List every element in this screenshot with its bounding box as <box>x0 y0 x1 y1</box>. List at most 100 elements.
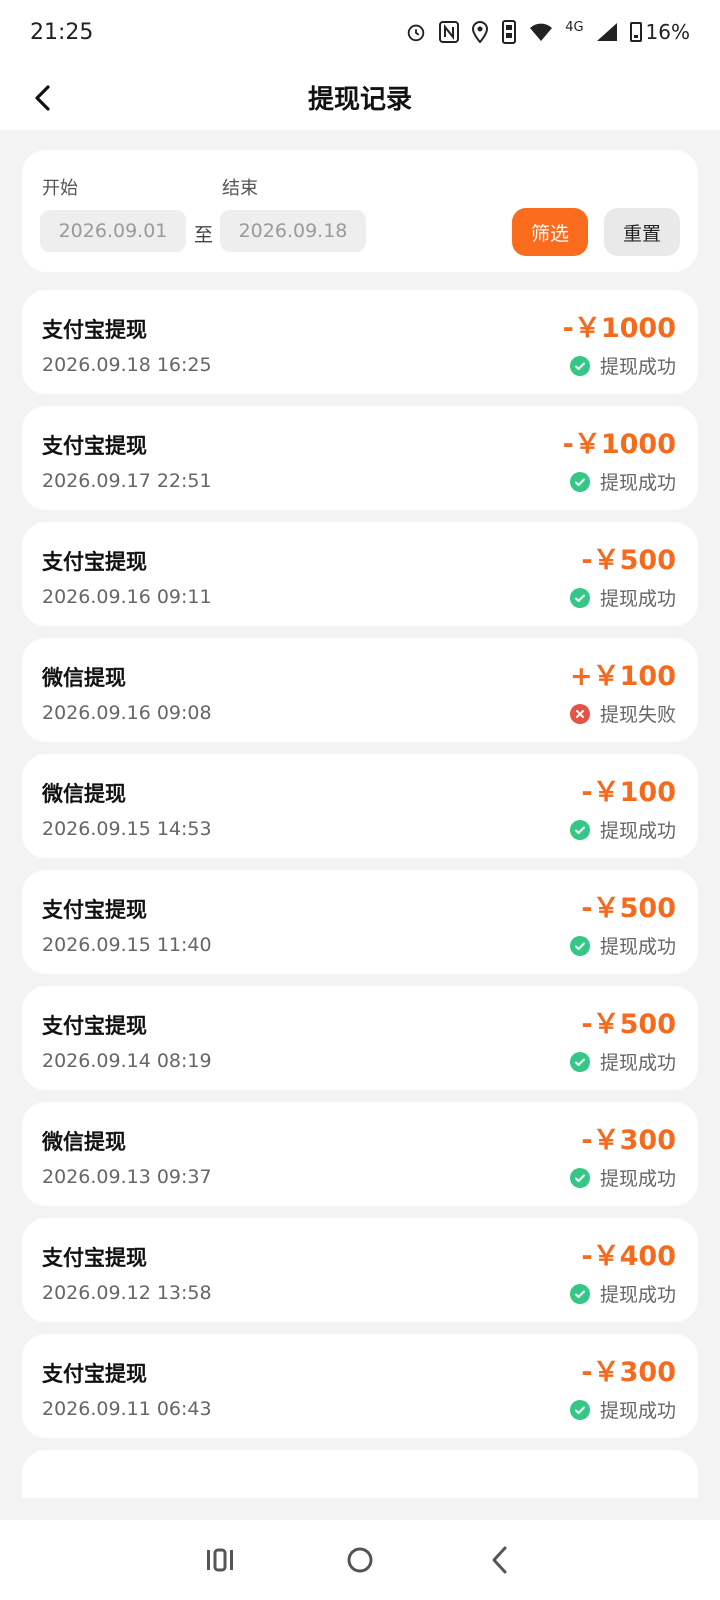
nfc-icon <box>439 21 460 43</box>
record-row[interactable]: 支付宝提现 2026.09.17 22:51 -￥1000 提现成功 <box>22 406 698 510</box>
wifi-icon <box>529 22 553 42</box>
reset-button[interactable]: 重置 <box>604 208 680 256</box>
record-status: 提现成功 <box>569 1396 676 1423</box>
check-circle-icon <box>569 1399 590 1420</box>
vibrate-icon <box>501 20 517 44</box>
record-status-text: 提现成功 <box>599 1400 676 1422</box>
record-time: 2026.09.14 08:19 <box>42 1050 212 1072</box>
record-time: 2026.09.16 09:08 <box>42 702 212 724</box>
record-row[interactable]: 支付宝提现 2026.09.18 16:25 -￥1000 提现成功 <box>22 290 698 394</box>
record-method: 支付宝提现 <box>42 318 147 342</box>
record-status-text: 提现成功 <box>599 820 676 842</box>
record-method: 支付宝提现 <box>42 434 147 458</box>
record-row[interactable]: 微信提现 2026.09.15 14:53 -￥100 提现成功 <box>22 754 698 858</box>
record-time: 2026.09.15 14:53 <box>42 818 212 840</box>
record-method: 微信提现 <box>42 782 126 806</box>
record-amount: -￥100 <box>581 777 676 808</box>
record-status-text: 提现成功 <box>599 1052 676 1074</box>
check-circle-icon <box>569 935 590 956</box>
location-icon <box>471 21 489 43</box>
record-status: 提现成功 <box>569 1164 676 1191</box>
battery-icon: 16% <box>629 20 690 44</box>
check-circle-icon <box>569 819 590 840</box>
record-amount: +￥100 <box>570 661 676 692</box>
record-status-text: 提现成功 <box>599 1284 676 1306</box>
header-bar: 提现记录 <box>0 64 720 130</box>
record-method: 支付宝提现 <box>42 1362 147 1386</box>
recent-apps-icon <box>207 1548 233 1572</box>
record-amount: -￥1000 <box>562 429 676 460</box>
record-method: 微信提现 <box>42 1130 126 1154</box>
signal-icon <box>596 22 618 42</box>
record-status-text: 提现失败 <box>599 704 676 726</box>
record-amount: -￥500 <box>581 545 676 576</box>
back-arrow-icon <box>35 85 50 111</box>
record-amount: -￥300 <box>581 1357 676 1388</box>
page-title: 提现记录 <box>307 84 412 115</box>
record-status-text: 提现成功 <box>599 472 676 494</box>
date-filter-card: 开始 结束 2026.09.01 至 2026.09.18 筛选 重置 <box>22 150 698 272</box>
check-circle-icon <box>569 355 590 376</box>
record-method: 支付宝提现 <box>42 550 147 574</box>
record-row[interactable]: 支付宝提现 2026.09.12 13:58 -￥400 提现成功 <box>22 1218 698 1322</box>
record-row[interactable]: 支付宝提现 2026.09.11 06:43 -￥300 提现成功 <box>22 1334 698 1438</box>
check-circle-icon <box>569 1167 590 1188</box>
record-amount: -￥500 <box>581 1009 676 1040</box>
record-row-partial[interactable] <box>22 1450 698 1498</box>
withdrawal-record-list[interactable]: 支付宝提现 2026.09.18 16:25 -￥1000 提现成功 支付宝提现 2026… <box>22 290 698 1498</box>
record-status: 提现成功 <box>569 1048 676 1075</box>
status-time: 21:25 <box>30 19 94 45</box>
to-label: 至 <box>194 224 214 246</box>
end-date-label: 结束 <box>222 178 258 199</box>
alarm-icon <box>405 21 427 43</box>
record-row[interactable]: 支付宝提现 2026.09.16 09:11 -￥500 提现成功 <box>22 522 698 626</box>
back-icon <box>492 1546 507 1574</box>
record-amount: -￥1000 <box>562 313 676 344</box>
check-circle-icon <box>569 1051 590 1072</box>
record-amount: -￥300 <box>581 1125 676 1156</box>
record-row[interactable]: 微信提现 2026.09.16 09:08 +￥100 提现失败 <box>22 638 698 742</box>
record-row[interactable]: 微信提现 2026.09.13 09:37 -￥300 提现成功 <box>22 1102 698 1206</box>
record-row[interactable]: 支付宝提现 2026.09.14 08:19 -￥500 提现成功 <box>22 986 698 1090</box>
record-time: 2026.09.15 11:40 <box>42 934 212 956</box>
record-time: 2026.09.13 09:37 <box>42 1166 212 1188</box>
recent-apps-button[interactable] <box>190 1530 250 1590</box>
back-button[interactable] <box>24 80 60 116</box>
check-circle-icon <box>569 471 590 492</box>
start-date-label: 开始 <box>42 178 78 199</box>
status-bar: 21:25 4G 16% <box>0 0 720 64</box>
record-time: 2026.09.11 06:43 <box>42 1398 212 1420</box>
record-status-text: 提现成功 <box>599 1168 676 1190</box>
record-time: 2026.09.16 09:11 <box>42 586 212 608</box>
record-amount: -￥400 <box>581 1241 676 1272</box>
record-time: 2026.09.12 13:58 <box>42 1282 212 1304</box>
system-back-button[interactable] <box>470 1530 530 1590</box>
record-status: 提现成功 <box>569 468 676 495</box>
record-method: 支付宝提现 <box>42 1014 147 1038</box>
record-status: 提现成功 <box>569 816 676 843</box>
check-circle-icon <box>569 587 590 608</box>
end-date-input[interactable]: 2026.09.18 <box>220 210 366 252</box>
record-method: 支付宝提现 <box>42 898 147 922</box>
record-status-text: 提现成功 <box>599 936 676 958</box>
record-status: 提现成功 <box>569 352 676 379</box>
start-date-input[interactable]: 2026.09.01 <box>40 210 186 252</box>
status-icons: 4G 16% <box>405 20 690 44</box>
record-method: 微信提现 <box>42 666 126 690</box>
check-circle-icon <box>569 1283 590 1304</box>
record-row[interactable]: 支付宝提现 2026.09.15 11:40 -￥500 提现成功 <box>22 870 698 974</box>
x-circle-icon <box>569 703 590 724</box>
filter-button[interactable]: 筛选 <box>512 208 588 256</box>
record-amount: -￥500 <box>581 893 676 924</box>
network-label: 4G <box>565 19 584 35</box>
record-status: 提现成功 <box>569 1280 676 1307</box>
record-method: 支付宝提现 <box>42 1246 147 1270</box>
record-status-text: 提现成功 <box>599 356 676 378</box>
home-icon <box>347 1547 373 1573</box>
record-time: 2026.09.18 16:25 <box>42 354 212 376</box>
record-status: 提现失败 <box>569 700 676 727</box>
record-status-text: 提现成功 <box>599 588 676 610</box>
home-button[interactable] <box>330 1530 390 1590</box>
record-status: 提现成功 <box>569 932 676 959</box>
record-time: 2026.09.17 22:51 <box>42 470 212 492</box>
